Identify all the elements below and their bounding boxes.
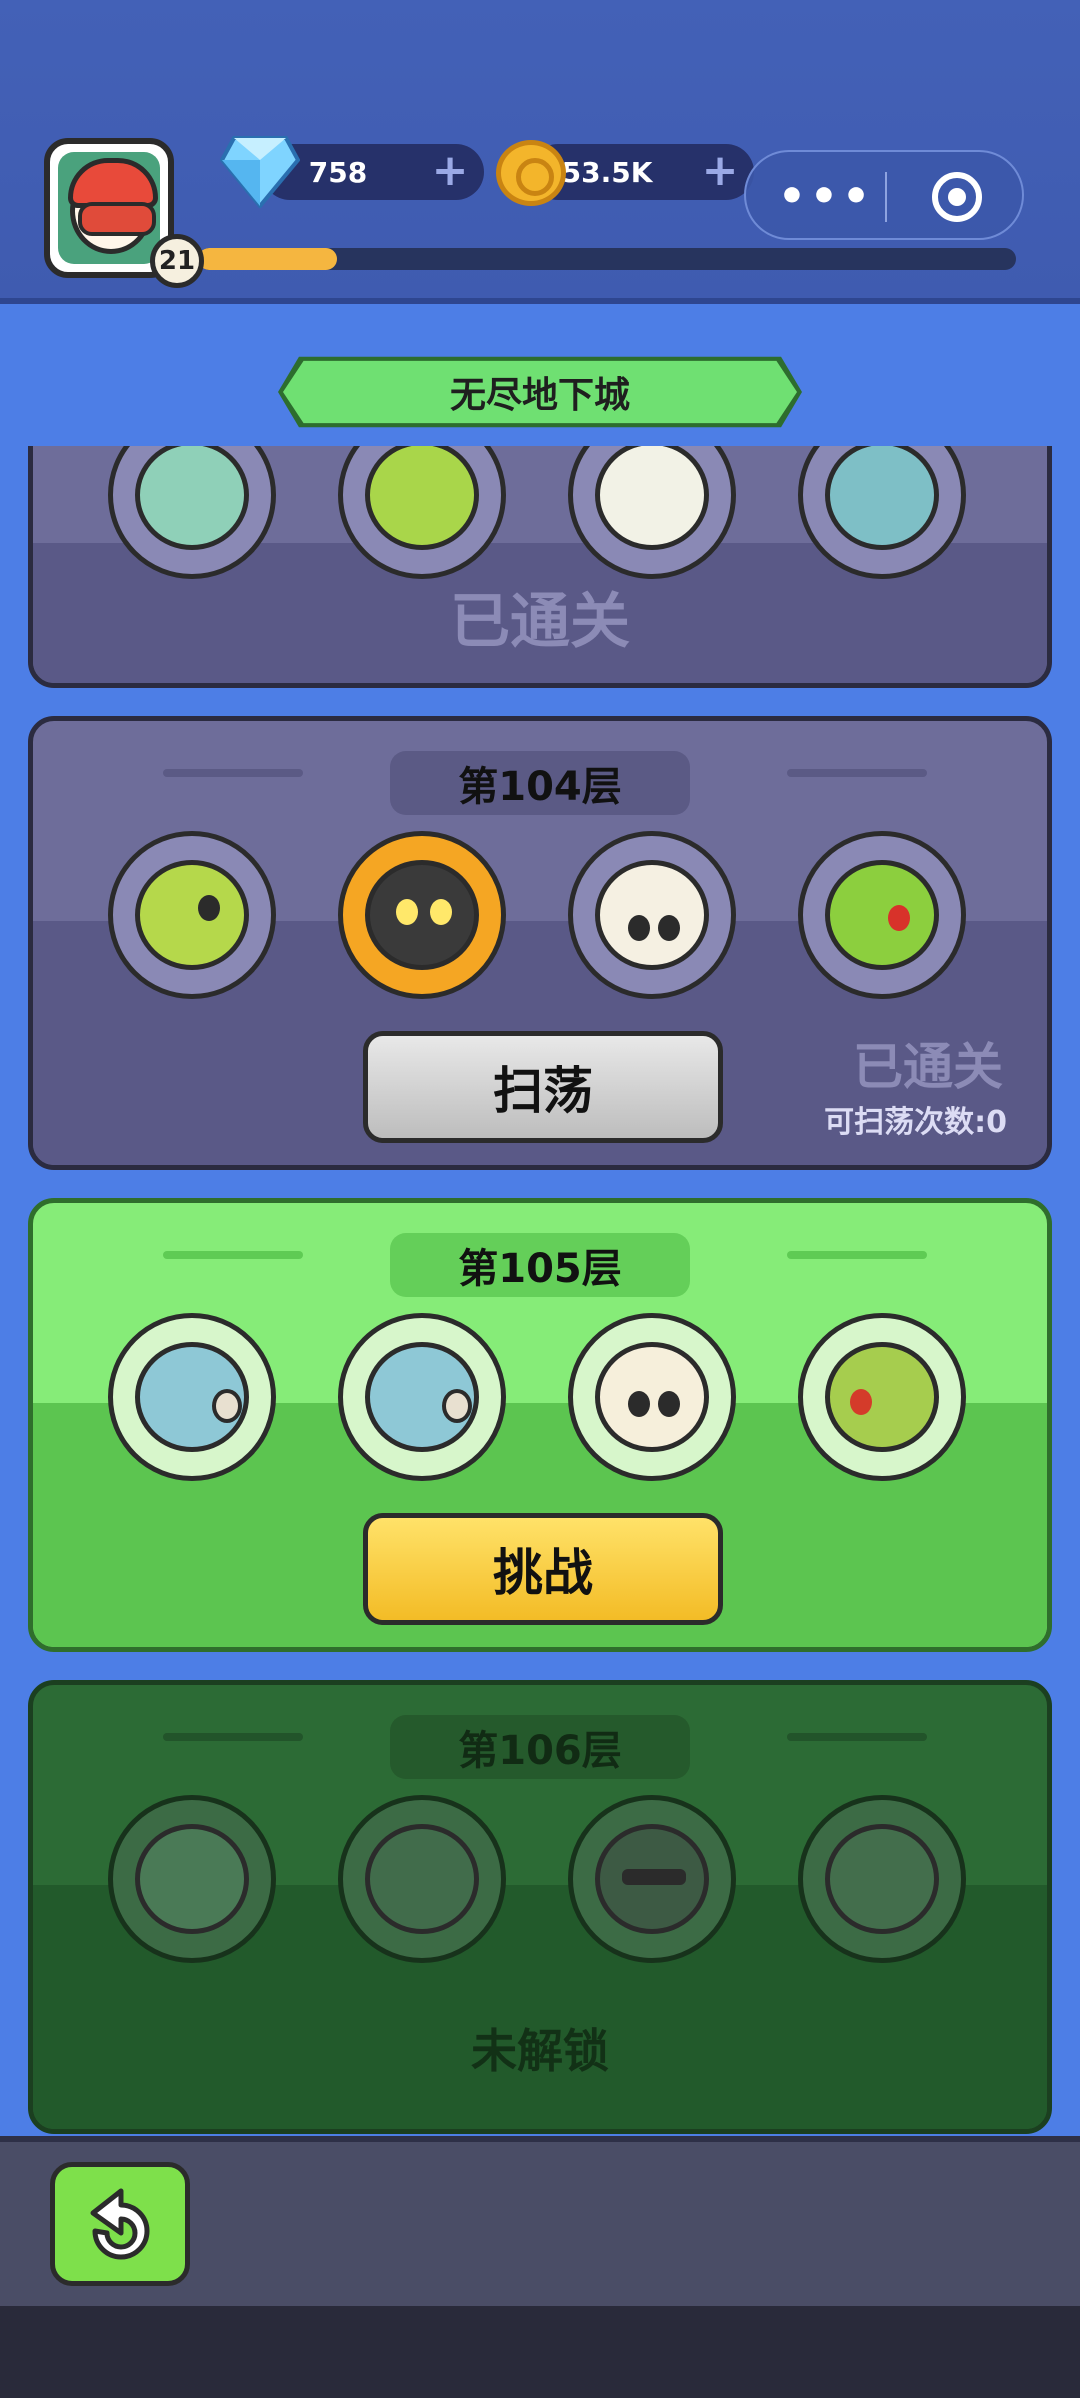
ornament-left [163,1733,303,1741]
monster-chef-skull [568,1313,736,1481]
page-title: 无尽地下城 [449,375,630,416]
add-coins-icon[interactable]: + [700,149,740,193]
monster-fly-angry-locked [798,1795,966,1963]
diamond-icon [220,136,300,208]
monster-fly-angry [798,831,966,999]
monster-zombie-bear-green [798,1313,966,1481]
coin-icon [496,140,566,206]
level-badge: 21 [150,234,204,288]
challenge-button[interactable]: 挑战 [363,1513,723,1625]
floor-panel-103: 已通关 [28,446,1052,688]
monster-fly [108,831,276,999]
ornament-right [787,1251,927,1259]
floor-panel-105: 第105层 挑战 [28,1198,1052,1652]
monster-fish-locked [108,1795,276,1963]
floor-list[interactable]: 已通关 第104层 扫荡 已通关 可扫荡次数:0 第105层 挑战 第106层 … [0,446,1080,2136]
sweep-count: 可扫荡次数:0 [824,1105,1007,1140]
floor-title: 第106层 [390,1715,690,1779]
title-banner: 无尽地下城 [278,350,802,434]
cleared-label: 已通关 [853,1038,1003,1096]
monster-fly-locked [338,1795,506,1963]
ornament-right [787,769,927,777]
add-gems-icon[interactable]: + [430,149,470,193]
floor-title: 第104层 [390,751,690,815]
back-arrow-icon [90,2188,150,2260]
target-close-icon[interactable] [932,172,982,222]
floor-panel-106: 第106层 未解锁 [28,1680,1052,2134]
more-dots-icon[interactable]: ••• [776,152,876,240]
monster-skull-glow [338,831,506,999]
system-nav-bar [0,2306,1080,2398]
ornament-right [787,1733,927,1741]
xp-bar [198,248,1016,270]
locked-label: 未解锁 [471,2024,609,2078]
ornament-left [163,1251,303,1259]
back-button[interactable] [50,2162,190,2286]
sweep-button[interactable]: 扫荡 [363,1031,723,1143]
monster-zombie-bear-2 [338,1313,506,1481]
monster-skull-pompadour [568,831,736,999]
floor-title: 第105层 [390,1233,690,1297]
cleared-label: 已通关 [450,587,630,657]
monster-knight-locked [568,1795,736,1963]
ornament-left [163,769,303,777]
monster-zombie-bear [108,1313,276,1481]
floor-panel-104: 第104层 扫荡 已通关 可扫荡次数:0 [28,716,1052,1170]
mini-program-capsule: ••• [744,150,1024,240]
